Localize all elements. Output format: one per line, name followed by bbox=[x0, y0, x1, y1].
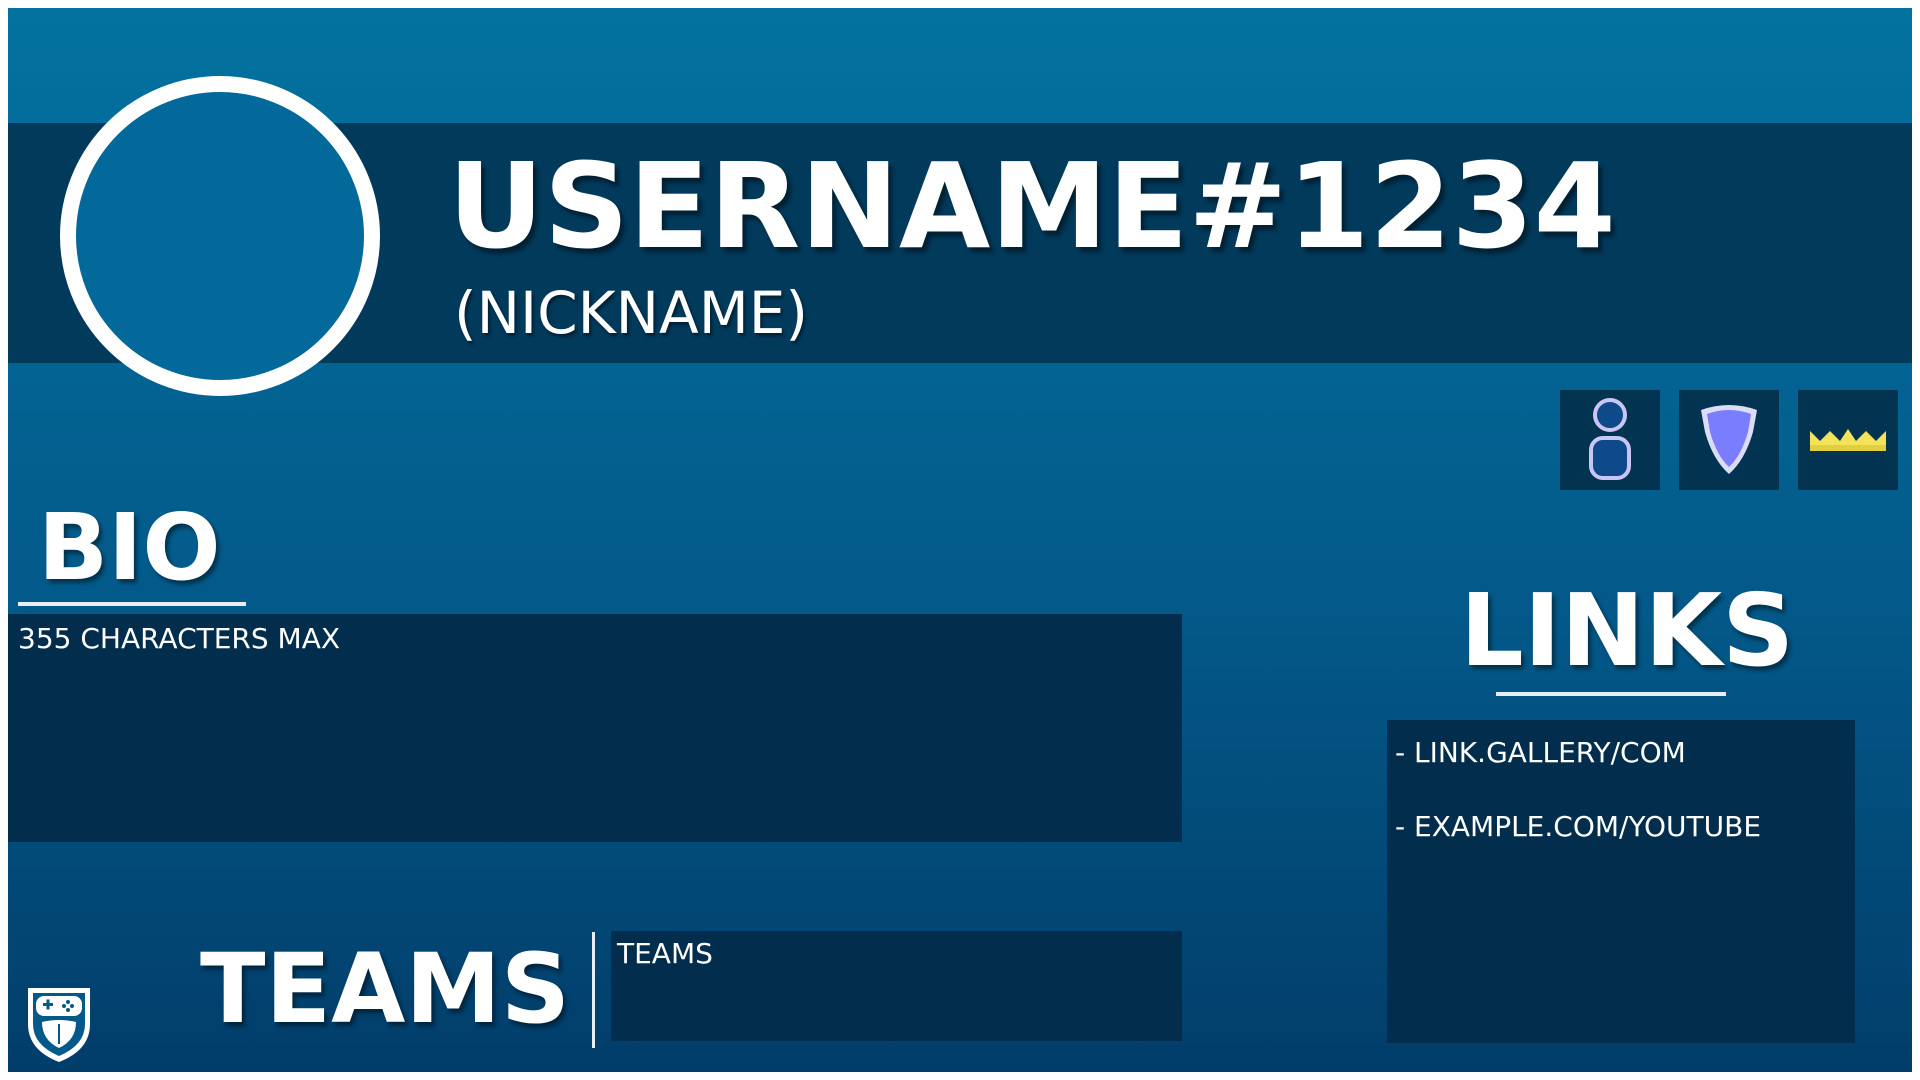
teams-heading: TEAMS bbox=[200, 933, 571, 1045]
link-item-youtube[interactable]: - EXAMPLE.COM/YOUTUBE bbox=[1395, 810, 1761, 844]
user-icon bbox=[1589, 398, 1631, 480]
bio-heading: BIO bbox=[38, 494, 221, 601]
username-title: USERNAME#1234 bbox=[448, 137, 1616, 275]
avatar[interactable] bbox=[60, 76, 380, 396]
teams-textbox[interactable]: TEAMS bbox=[611, 931, 1182, 1041]
shield-icon bbox=[1701, 405, 1757, 474]
gamepad-shield-logo-icon bbox=[22, 982, 96, 1066]
link-item-gallery[interactable]: - LINK.GALLERY/COM bbox=[1395, 736, 1686, 770]
badge-shield[interactable] bbox=[1679, 390, 1779, 490]
links-panel: - LINK.GALLERY/COM - EXAMPLE.COM/YOUTUBE bbox=[1387, 720, 1855, 1043]
links-heading: LINKS bbox=[1460, 572, 1795, 689]
crown-icon bbox=[1810, 429, 1886, 451]
teams-divider bbox=[592, 932, 595, 1048]
badge-user[interactable] bbox=[1560, 390, 1660, 490]
links-underline bbox=[1496, 692, 1726, 696]
teams-text: TEAMS bbox=[617, 937, 713, 970]
badge-crown[interactable] bbox=[1798, 390, 1898, 490]
bio-underline bbox=[18, 602, 246, 606]
nickname-label: (NICKNAME) bbox=[454, 279, 809, 347]
bio-textbox[interactable]: 355 CHARACTERS MAX bbox=[8, 614, 1182, 842]
bio-text: 355 CHARACTERS MAX bbox=[18, 622, 341, 655]
profile-card: USERNAME#1234 (NICKNAME) BIO 355 CHARACT… bbox=[8, 8, 1912, 1072]
